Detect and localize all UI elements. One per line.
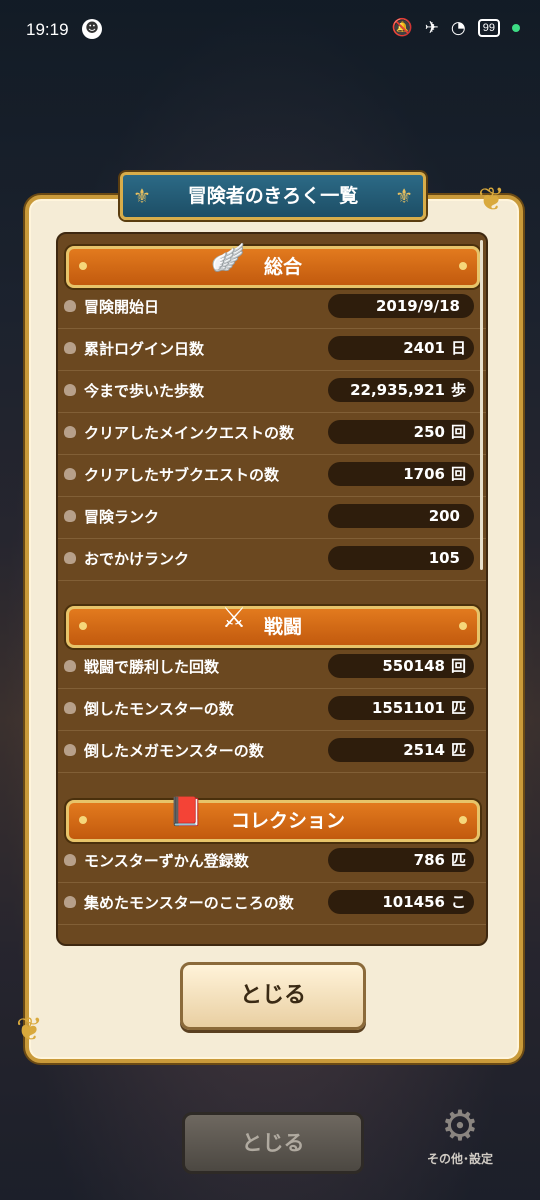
mute-icon: 🔕 bbox=[391, 18, 413, 38]
scrollbar[interactable] bbox=[480, 240, 483, 570]
bullet-icon bbox=[64, 342, 76, 354]
fleur-icon: ⚜ bbox=[395, 184, 413, 208]
dialog-title: ⚜ 冒険者のきろく一覧 ⚜ bbox=[120, 172, 426, 220]
bullet-icon bbox=[64, 744, 76, 756]
battery-icon: 99 bbox=[477, 19, 500, 37]
record-row: モンスターずかん登録数 786 匹 bbox=[58, 840, 486, 883]
bullet-icon bbox=[64, 468, 76, 480]
record-row: 戦闘で勝利した回数 550148 回 bbox=[58, 646, 486, 689]
record-label: 倒したメガモンスターの数 bbox=[84, 742, 264, 760]
record-label: 倒したモンスターの数 bbox=[84, 700, 234, 718]
record-value: 2019/9/18 bbox=[328, 294, 474, 318]
section-header-general: 🪽 総合 bbox=[66, 241, 480, 288]
record-value: 250 回 bbox=[328, 420, 474, 444]
record-value: 786 匹 bbox=[328, 848, 474, 872]
settings-button[interactable]: ⚙ その他･設定 bbox=[418, 1102, 502, 1182]
record-row: 冒険開始日 2019/9/18 bbox=[58, 286, 486, 329]
crossed-swords-icon: ⚔ bbox=[221, 601, 247, 634]
bullet-icon bbox=[64, 854, 76, 866]
bullet-icon bbox=[64, 552, 76, 564]
section-title: 総合 bbox=[263, 256, 302, 278]
book-icon: 📕 bbox=[168, 795, 204, 828]
record-label: クリアしたサブクエストの数 bbox=[84, 466, 280, 484]
bullet-icon bbox=[64, 660, 76, 672]
record-label: 冒険開始日 bbox=[84, 298, 160, 316]
record-value: 200 bbox=[328, 504, 474, 528]
gear-icon: ⚙ bbox=[441, 1101, 479, 1150]
settings-label: その他･設定 bbox=[426, 1152, 493, 1166]
wifi-icon: ◔ bbox=[450, 18, 466, 38]
gem-icon bbox=[79, 262, 87, 270]
record-label: 戦闘で勝利した回数 bbox=[84, 658, 220, 676]
corner-ornament-icon: ❦ bbox=[478, 180, 505, 218]
status-bar: 19:19 ☻ 🔕 ✈ ◔ 99 bbox=[0, 0, 540, 60]
section-header-collection: 📕 コレクション bbox=[66, 795, 480, 842]
record-value: 1706 回 bbox=[328, 462, 474, 486]
record-row: 倒したメガモンスターの数 2514 匹 bbox=[58, 730, 486, 773]
airplane-icon: ✈ bbox=[424, 18, 439, 38]
gem-icon bbox=[459, 622, 467, 630]
gem-icon bbox=[79, 816, 87, 824]
gem-icon bbox=[459, 262, 467, 270]
close-button[interactable]: とじる bbox=[180, 962, 366, 1030]
record-value: 2401 日 bbox=[328, 336, 474, 360]
record-label: 集めたモンスターのこころの数 bbox=[84, 894, 294, 912]
fleur-icon: ⚜ bbox=[133, 184, 151, 208]
background-close-button[interactable]: とじる bbox=[182, 1112, 364, 1174]
record-value: 1551101 匹 bbox=[328, 696, 474, 720]
bullet-icon bbox=[64, 896, 76, 908]
record-value: 550148 回 bbox=[328, 654, 474, 678]
record-label: 冒険ランク bbox=[84, 508, 160, 526]
record-row: クリアしたメインクエストの数 250 回 bbox=[58, 412, 486, 455]
records-list[interactable]: 🪽 総合 冒険開始日 2019/9/18 累計ログイン日数 2401 日 今まで歩… bbox=[56, 232, 488, 946]
dialog-title-text: 冒険者のきろく一覧 bbox=[187, 185, 359, 207]
record-label: クリアしたメインクエストの数 bbox=[84, 424, 295, 442]
record-row: 集めたモンスターのこころの数 101456 こ bbox=[58, 882, 486, 925]
gem-icon bbox=[79, 622, 87, 630]
record-row: おでかけランク 105 bbox=[58, 538, 486, 581]
bullet-icon bbox=[64, 300, 76, 312]
record-row: 倒したモンスターの数 1551101 匹 bbox=[58, 688, 486, 731]
record-row: クリアしたサブクエストの数 1706 回 bbox=[58, 454, 486, 497]
bullet-icon bbox=[64, 702, 76, 714]
camera-dot-icon bbox=[512, 24, 520, 32]
status-time: 19:19 bbox=[26, 20, 69, 39]
bullet-icon bbox=[64, 384, 76, 396]
record-label: おでかけランク bbox=[84, 550, 190, 568]
record-value: 22,935,921 歩 bbox=[328, 378, 474, 402]
bullet-icon bbox=[64, 426, 76, 438]
section-title: コレクション bbox=[230, 810, 345, 832]
record-label: モンスターずかん登録数 bbox=[84, 852, 249, 870]
record-label: 今まで歩いた歩数 bbox=[84, 382, 205, 400]
gem-icon bbox=[459, 816, 467, 824]
record-row: 今まで歩いた歩数 22,935,921 歩 bbox=[58, 370, 486, 413]
wing-icon: 🪽 bbox=[210, 241, 246, 274]
record-value: 2514 匹 bbox=[328, 738, 474, 762]
app-notification-icon: ☻ bbox=[82, 19, 102, 39]
record-value: 105 bbox=[328, 546, 474, 570]
section-header-battle: ⚔ 戦闘 bbox=[66, 601, 480, 648]
record-row: 累計ログイン日数 2401 日 bbox=[58, 328, 486, 371]
record-value: 101456 こ bbox=[328, 890, 474, 914]
record-label: 累計ログイン日数 bbox=[84, 340, 205, 358]
corner-ornament-icon: ❦ bbox=[16, 1010, 43, 1048]
bullet-icon bbox=[64, 510, 76, 522]
section-title: 戦闘 bbox=[263, 616, 302, 638]
record-row: 冒険ランク 200 bbox=[58, 496, 486, 539]
